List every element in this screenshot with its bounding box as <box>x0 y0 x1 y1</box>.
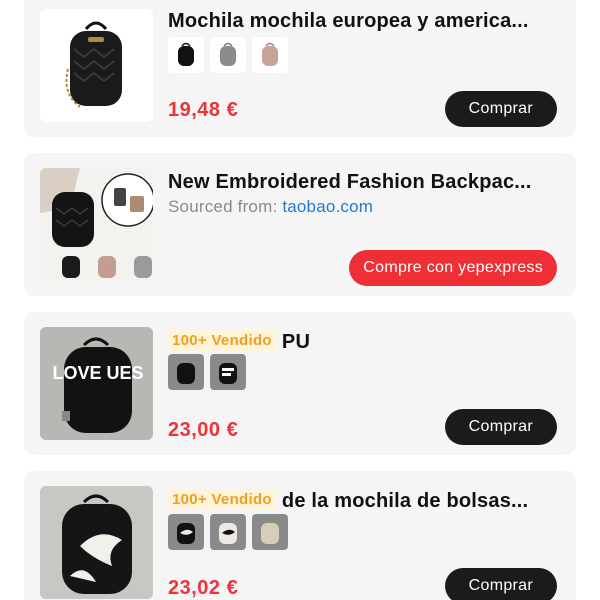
product-title[interactable]: 100+ Vendido PU <box>168 330 556 354</box>
variant-swatches <box>168 514 288 550</box>
sold-badge: 100+ Vendido <box>168 330 276 351</box>
product-image[interactable] <box>40 486 153 599</box>
variant-swatch[interactable] <box>210 354 246 390</box>
sold-badge: 100+ Vendido <box>168 489 276 510</box>
product-price: 23,02 € <box>168 577 239 599</box>
buy-with-yepexpress-button[interactable]: Compre con yepexpress <box>349 250 557 286</box>
product-title[interactable]: Mochila mochila europea y america... <box>168 10 556 33</box>
white-black-backpack-icon <box>219 523 237 544</box>
backpack-image <box>65 21 122 108</box>
product-card[interactable]: 100+ Vendido de la mochila de bolsas... 2… <box>24 471 576 600</box>
backpack-image <box>40 486 153 599</box>
product-image[interactable] <box>40 168 153 281</box>
product-image[interactable] <box>40 9 153 122</box>
product-price: 19,48 € <box>168 99 239 121</box>
variant-swatches <box>168 354 246 390</box>
backpack-collage-image <box>40 168 153 281</box>
variant-swatch[interactable] <box>210 514 246 550</box>
product-title-text: PU <box>281 331 311 353</box>
source-link[interactable]: taobao.com <box>282 197 373 216</box>
grey-backpack-icon <box>220 42 236 66</box>
product-title[interactable]: 100+ Vendido de la mochila de bolsas... <box>168 489 556 513</box>
black-backpack-icon <box>178 42 194 66</box>
beige-backpack-icon <box>261 523 279 544</box>
product-price: 23,00 € <box>168 419 239 441</box>
black-backpack-icon <box>177 363 195 384</box>
variant-swatch[interactable] <box>168 354 204 390</box>
source-info: Sourced from: taobao.com <box>168 197 373 217</box>
black-white-backpack-icon <box>177 523 195 544</box>
product-card[interactable]: LOVE UES 100+ Vendido PU 23,00 € Comprar <box>24 312 576 455</box>
buy-button[interactable]: Comprar <box>444 568 557 600</box>
variant-swatch[interactable] <box>168 514 204 550</box>
variant-swatches <box>168 37 288 73</box>
sourced-label: Sourced from: <box>168 197 278 216</box>
product-title-text: de la mochila de bolsas... <box>281 490 529 512</box>
variant-swatch[interactable] <box>252 514 288 550</box>
product-card[interactable]: New Embroidered Fashion Backpac... Sourc… <box>24 153 576 296</box>
buy-button[interactable]: Comprar <box>444 91 557 127</box>
buy-button[interactable]: Comprar <box>444 409 557 445</box>
product-card[interactable]: Mochila mochila europea y america... 19,… <box>24 0 576 137</box>
variant-swatch[interactable] <box>168 37 204 73</box>
thumb-love-text: LOVE UES <box>52 363 143 383</box>
variant-swatch[interactable] <box>252 37 288 73</box>
product-title[interactable]: New Embroidered Fashion Backpac... <box>168 171 556 194</box>
product-image[interactable]: LOVE UES <box>40 327 153 440</box>
black-love-backpack-icon <box>219 363 237 384</box>
backpack-image: LOVE UES <box>40 327 153 440</box>
pink-backpack-icon <box>262 42 278 66</box>
variant-swatch[interactable] <box>210 37 246 73</box>
